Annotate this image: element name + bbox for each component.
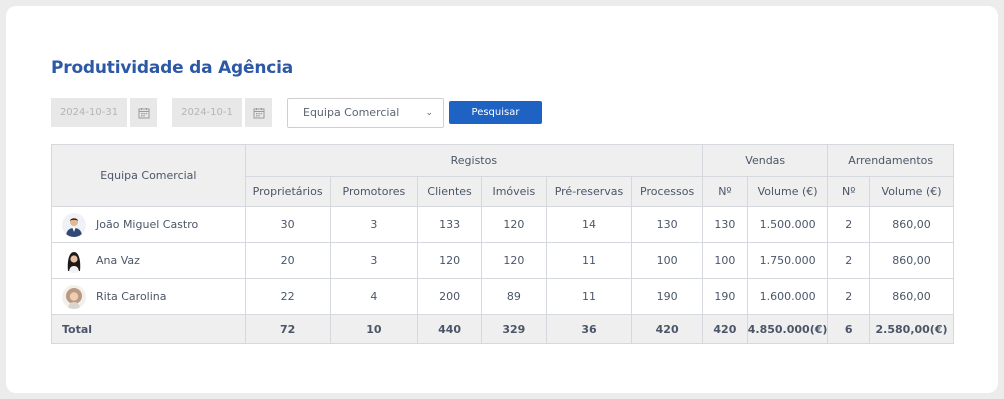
total-vendas-volume: 4.850.000(€) xyxy=(746,314,829,344)
avatar xyxy=(62,248,86,273)
header-promotores: Promotores xyxy=(329,176,419,207)
total-label: Total xyxy=(51,314,246,344)
header-arr-n: Nº xyxy=(827,176,871,207)
header-team: Equipa Comercial xyxy=(51,144,246,207)
cell-processos: 130 xyxy=(631,206,704,243)
cell-vendas-n: 130 xyxy=(702,206,748,243)
member-cell: Ana Vaz xyxy=(51,242,246,279)
calendar-icon xyxy=(253,107,264,118)
cell-imoveis: 120 xyxy=(480,206,547,243)
chevron-down-icon: ⌄ xyxy=(425,107,433,118)
avatar xyxy=(62,212,86,237)
date-from-input[interactable]: 2024-10-31 xyxy=(51,98,127,127)
table-row: João Miguel Castro 30 3 133 120 14 130 1… xyxy=(51,206,954,243)
total-proprietarios: 72 xyxy=(244,314,331,344)
cell-imoveis: 120 xyxy=(480,242,547,279)
header-imoveis: Imóveis xyxy=(480,176,547,207)
date-from-calendar-button[interactable] xyxy=(130,98,157,127)
header-clientes: Clientes xyxy=(417,176,482,207)
cell-clientes: 200 xyxy=(417,278,482,315)
header-arr-volume: Volume (€) xyxy=(869,176,954,207)
calendar-icon xyxy=(138,107,149,118)
header-registos: Registos xyxy=(244,144,704,177)
productivity-table: Equipa Comercial Registos Vendas Arrenda… xyxy=(51,144,954,344)
cell-clientes: 120 xyxy=(417,242,482,279)
cell-arr-volume: 860,00 xyxy=(869,242,954,279)
cell-vendas-volume: 1.600.000 xyxy=(746,278,829,315)
total-arr-n: 6 xyxy=(827,314,871,344)
cell-vendas-n: 100 xyxy=(702,242,748,279)
table-row: Ana Vaz 20 3 120 120 11 100 100 1.750.00… xyxy=(51,242,954,279)
member-name: João Miguel Castro xyxy=(96,218,199,231)
member-name: Ana Vaz xyxy=(96,254,140,267)
total-processos: 420 xyxy=(631,314,704,344)
cell-processos: 190 xyxy=(631,278,704,315)
cell-vendas-volume: 1.500.000 xyxy=(746,206,829,243)
total-vendas-n: 420 xyxy=(702,314,748,344)
header-arrendamentos: Arrendamentos xyxy=(827,144,954,177)
header-proprietarios: Proprietários xyxy=(244,176,331,207)
date-to-input[interactable]: 2024-10-1 xyxy=(172,98,242,127)
cell-vendas-volume: 1.750.000 xyxy=(746,242,829,279)
header-vendas: Vendas xyxy=(702,144,829,177)
cell-vendas-n: 190 xyxy=(702,278,748,315)
cell-arr-n: 2 xyxy=(827,206,871,243)
total-promotores: 10 xyxy=(329,314,419,344)
member-name: Rita Carolina xyxy=(96,290,167,303)
avatar xyxy=(62,284,86,309)
cell-pre-reservas: 11 xyxy=(545,278,633,315)
cell-imoveis: 89 xyxy=(480,278,547,315)
cell-promotores: 3 xyxy=(329,206,419,243)
cell-pre-reservas: 14 xyxy=(545,206,633,243)
cell-arr-n: 2 xyxy=(827,278,871,315)
cell-arr-n: 2 xyxy=(827,242,871,279)
cell-processos: 100 xyxy=(631,242,704,279)
cell-pre-reservas: 11 xyxy=(545,242,633,279)
total-clientes: 440 xyxy=(417,314,482,344)
header-vendas-n: Nº xyxy=(702,176,748,207)
date-to-calendar-button[interactable] xyxy=(245,98,272,127)
header-pre-reservas: Pré-reservas xyxy=(545,176,633,207)
team-select-value: Equipa Comercial xyxy=(303,106,400,119)
member-cell: Rita Carolina xyxy=(51,278,246,315)
cell-arr-volume: 860,00 xyxy=(869,278,954,315)
cell-clientes: 133 xyxy=(417,206,482,243)
header-vendas-volume: Volume (€) xyxy=(746,176,829,207)
total-pre-reservas: 36 xyxy=(545,314,633,344)
report-card: Produtividade da Agência 2024-10-31 2024… xyxy=(6,6,998,393)
total-imoveis: 329 xyxy=(480,314,547,344)
search-button[interactable]: Pesquisar xyxy=(449,101,542,124)
total-row: Total 72 10 440 329 36 420 420 4.850.000… xyxy=(51,314,954,344)
filter-bar: 2024-10-31 2024-10-1 Equipa Comercial ⌄ … xyxy=(51,97,542,128)
cell-proprietarios: 22 xyxy=(244,278,331,315)
total-arr-volume: 2.580,00(€) xyxy=(869,314,954,344)
cell-proprietarios: 30 xyxy=(244,206,331,243)
cell-arr-volume: 860,00 xyxy=(869,206,954,243)
table-row: Rita Carolina 22 4 200 89 11 190 190 1.6… xyxy=(51,278,954,315)
cell-promotores: 4 xyxy=(329,278,419,315)
team-select[interactable]: Equipa Comercial ⌄ xyxy=(287,97,444,128)
page-title: Produtividade da Agência xyxy=(51,58,294,78)
member-cell: João Miguel Castro xyxy=(51,206,246,243)
header-processos: Processos xyxy=(631,176,704,207)
cell-proprietarios: 20 xyxy=(244,242,331,279)
cell-promotores: 3 xyxy=(329,242,419,279)
